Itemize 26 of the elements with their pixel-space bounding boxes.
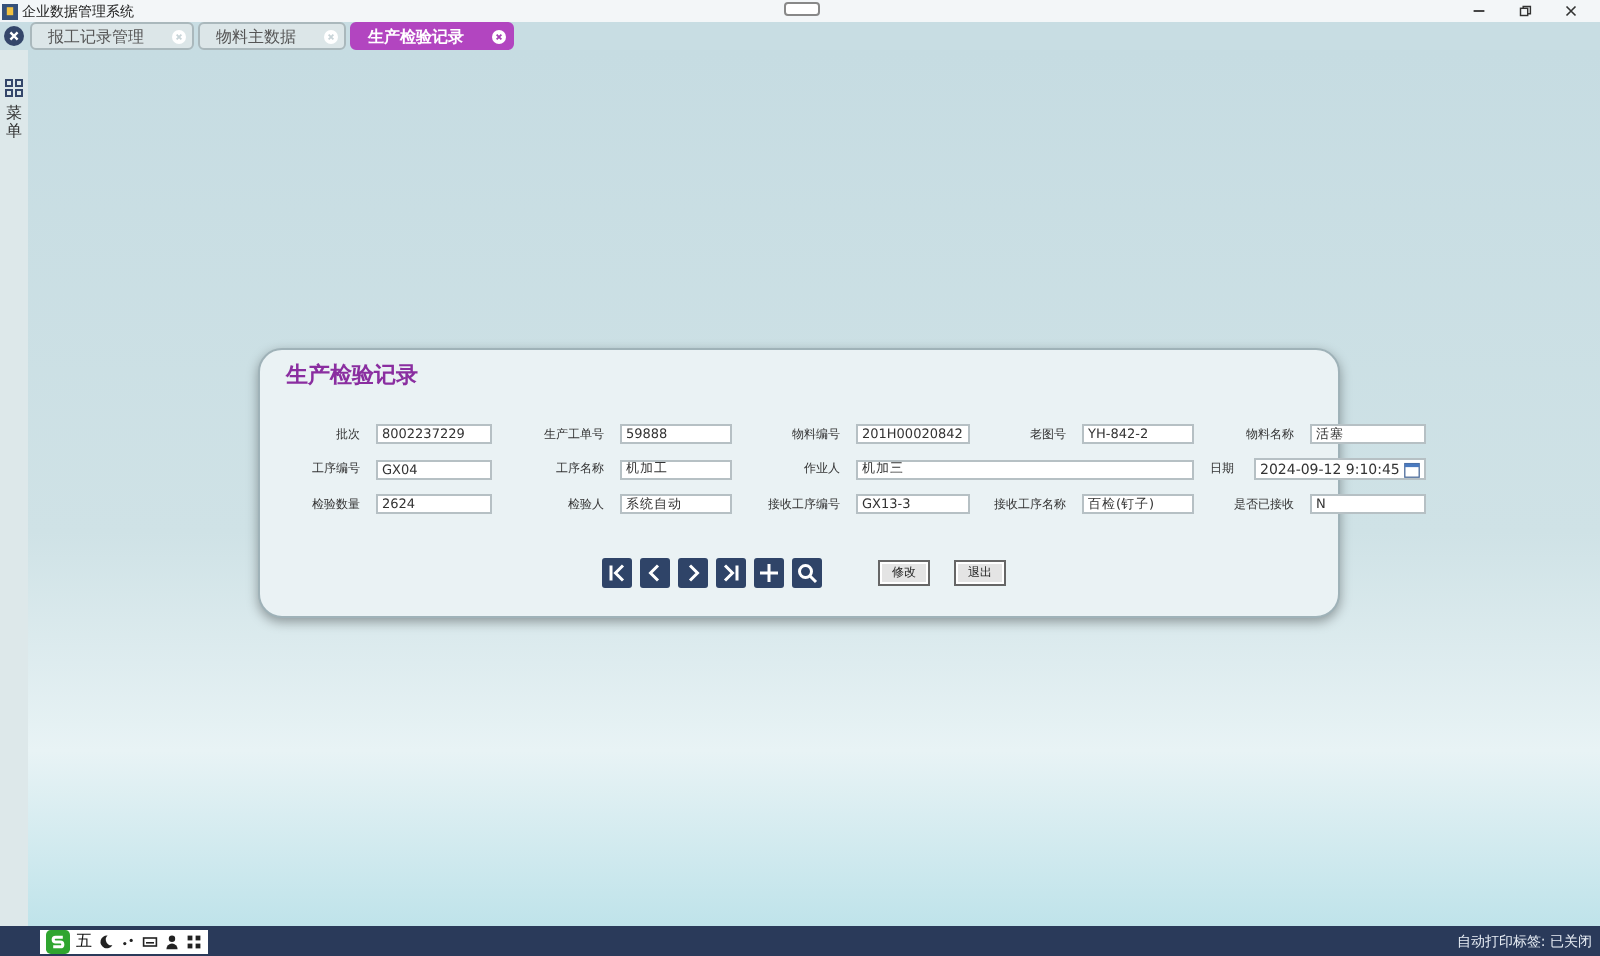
calendar-icon[interactable] [1404, 461, 1420, 477]
ime-mode-toggle[interactable]: 五 [76, 930, 92, 952]
chevron-left-icon[interactable] [640, 558, 670, 588]
last-icon[interactable] [716, 558, 746, 588]
ime-logo-icon[interactable] [46, 929, 70, 953]
grid-icon[interactable] [4, 78, 24, 98]
moon-icon[interactable] [98, 933, 114, 949]
menu-label[interactable]: 菜单 [6, 106, 22, 142]
tab[interactable]: 报工记录管理 [30, 22, 194, 50]
tab[interactable]: 物料主数据 [198, 22, 346, 50]
restore-icon[interactable] [1516, 2, 1534, 20]
grid-icon[interactable] [186, 933, 202, 949]
tab[interactable]: 生产检验记录 [350, 22, 514, 50]
search-icon[interactable] [792, 558, 822, 588]
keyboard-icon[interactable] [142, 933, 158, 949]
close-icon[interactable] [492, 29, 506, 43]
app-icon [2, 3, 18, 19]
plus-icon[interactable] [754, 558, 784, 588]
form-title: 生产检验记录 [286, 360, 420, 390]
chevron-right-icon[interactable] [678, 558, 708, 588]
first-icon[interactable] [602, 558, 632, 588]
close-icon[interactable] [1562, 2, 1580, 20]
close-icon[interactable] [4, 26, 24, 46]
drag-handle[interactable] [784, 2, 820, 16]
punctuation-icon[interactable] [120, 933, 136, 949]
person-icon[interactable] [164, 933, 180, 949]
